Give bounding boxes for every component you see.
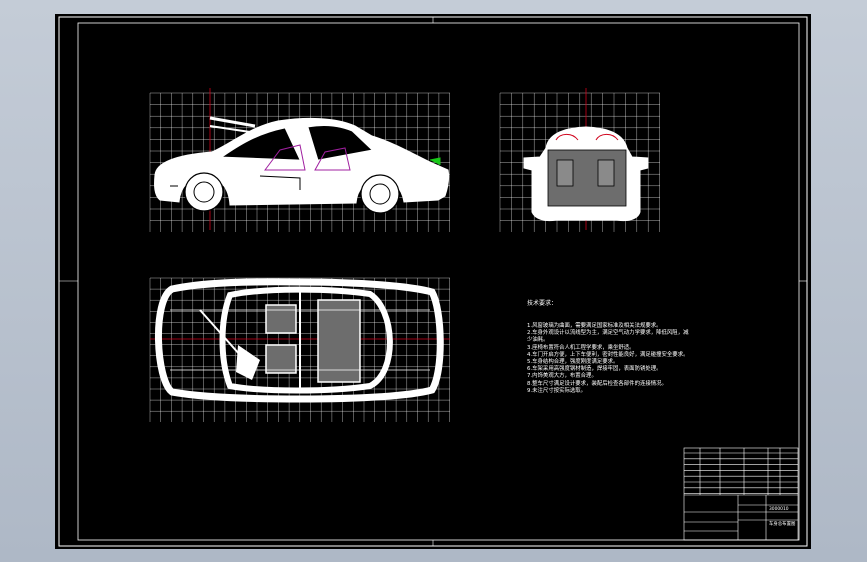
tech-requirement-line: 8.整车尺寸满足设计要求，装配后检查各部件的连接情况。 — [527, 380, 667, 387]
outer-frame — [58, 16, 808, 547]
top-view — [150, 278, 450, 403]
tech-requirement-line: 9.未注尺寸按实际选取。 — [527, 387, 587, 394]
tech-requirement-line: 4.车门开启方便，上下车便利，密封性能良好，满足碰撞安全要求。 — [527, 351, 689, 358]
drawing-number: 3000010 — [769, 507, 789, 512]
front-view — [523, 88, 649, 230]
cad-drawing — [58, 16, 808, 547]
drawing-title: 车身总布置图 — [769, 522, 796, 527]
tech-requirements-title: 技术要求： — [527, 300, 558, 308]
cad-viewport: 技术要求： 1.风窗玻璃为曲面，需要满足国家标准及相关法规要求。 2.车身外观设计… — [0, 0, 867, 562]
technical-requirements: 技术要求： 1.风窗玻璃为曲面，需要满足国家标准及相关法规要求。 2.车身外观设计… — [527, 286, 692, 409]
inner-frame — [77, 22, 800, 541]
side-view — [154, 88, 450, 230]
tech-requirement-line: 2.车身外观设计以流线型为主，满足空气动力学要求，降低风阻，减少油耗。 — [527, 330, 689, 344]
tech-requirement-line: 7.内饰美观大方，布置合理。 — [527, 373, 597, 380]
tech-requirement-line: 3.座椅布置符合人机工程学要求，乘坐舒适。 — [527, 344, 635, 351]
tech-requirements-list: 1.风窗玻璃为曲面，需要满足国家标准及相关法规要求。 2.车身外观设计以流线型为主… — [527, 323, 692, 395]
